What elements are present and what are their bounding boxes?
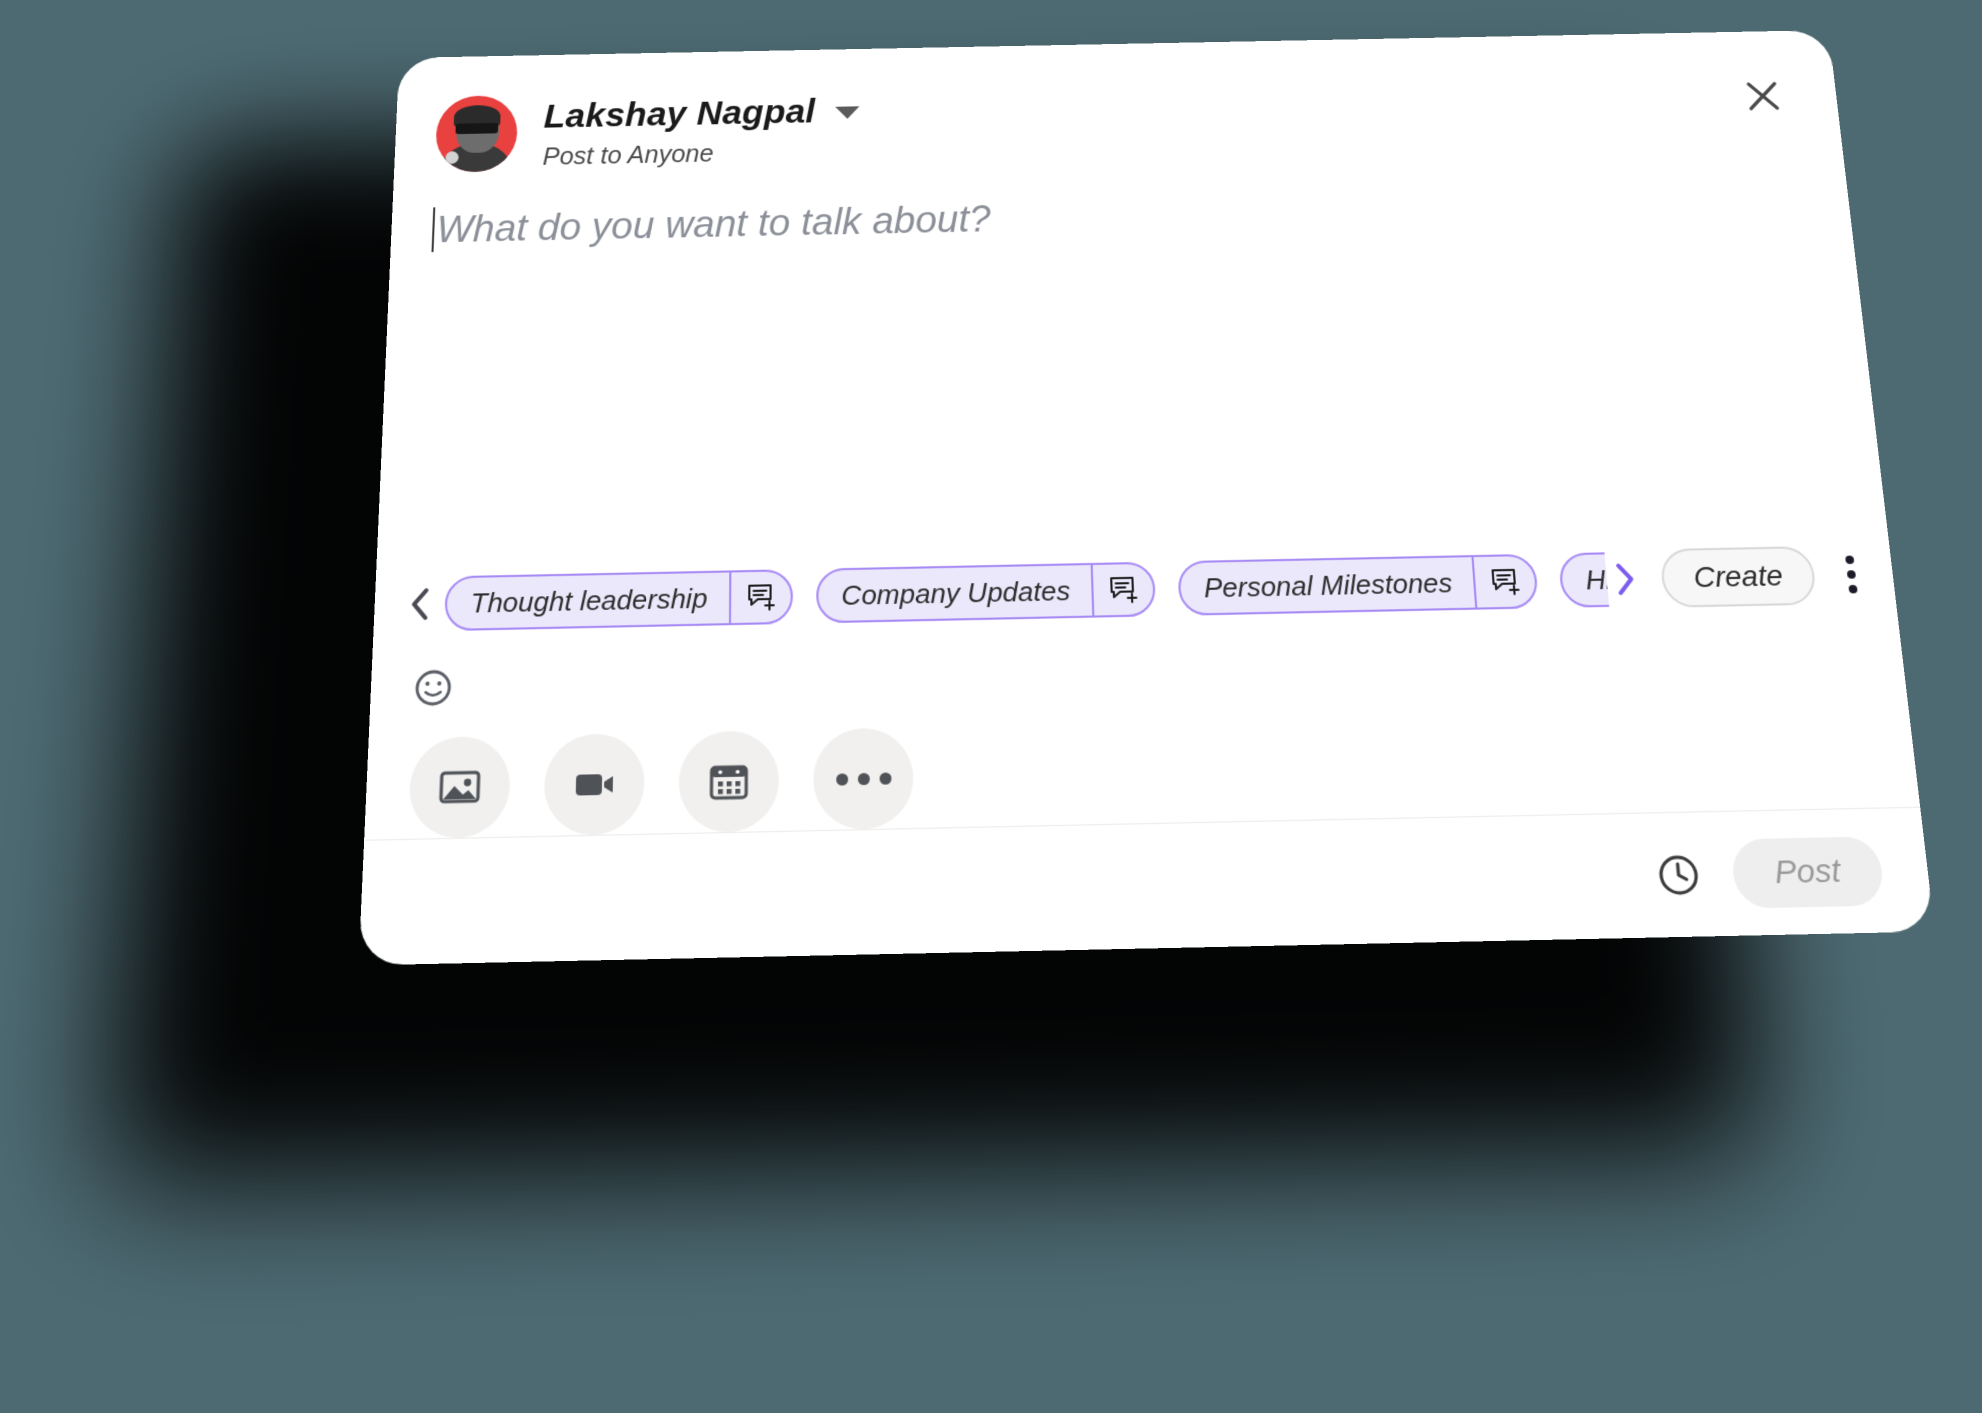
avatar[interactable] (434, 95, 519, 173)
comment-add-icon (1107, 574, 1140, 606)
video-icon (575, 774, 613, 796)
create-button-label: Create (1692, 559, 1785, 594)
audience-selector[interactable]: Lakshay Nagpal (543, 92, 860, 136)
smiley-icon (411, 666, 456, 710)
post-button[interactable]: Post (1729, 835, 1886, 909)
composer-stage: Lakshay Nagpal Post to Anyone What do yo… (0, 0, 1982, 1413)
kebab-menu-icon (1845, 555, 1855, 565)
post-composer-dialog: Lakshay Nagpal Post to Anyone What do yo… (358, 30, 1935, 966)
clock-icon (1651, 848, 1706, 900)
chip-thought-leadership[interactable]: Thought leadership (443, 569, 793, 632)
comment-add-button[interactable] (1090, 563, 1154, 616)
close-icon (1741, 77, 1785, 116)
identity-block: Lakshay Nagpal Post to Anyone (542, 88, 860, 171)
add-event-button[interactable] (678, 730, 779, 834)
comment-add-button[interactable] (728, 571, 791, 624)
avatar-glasses (455, 122, 499, 134)
calendar-icon (706, 758, 752, 805)
image-icon (436, 764, 483, 811)
chips-prev-button[interactable] (402, 586, 440, 623)
chip-personal-milestones[interactable]: Personal Milestones (1177, 553, 1540, 616)
chip-company-updates[interactable]: Company Updates (815, 561, 1157, 624)
emoji-picker-button[interactable] (411, 666, 456, 710)
comment-add-icon (745, 581, 777, 613)
more-options-button[interactable] (813, 727, 914, 831)
ellipsis-icon (835, 771, 892, 786)
create-button[interactable]: Create (1659, 545, 1818, 608)
text-caret (431, 207, 436, 253)
chips-next-button[interactable] (1605, 561, 1644, 597)
kebab-menu-icon (1848, 584, 1858, 594)
post-editor[interactable]: What do you want to talk about? (376, 145, 1888, 566)
chevron-left-icon (408, 586, 433, 622)
comment-add-button[interactable] (1471, 555, 1537, 608)
chevron-right-icon (1612, 561, 1638, 597)
schedule-post-button[interactable] (1650, 847, 1707, 902)
chip-partial-hidden[interactable]: Hi (1558, 552, 1610, 608)
chevron-down-icon[interactable] (835, 106, 860, 120)
add-photo-button[interactable] (407, 735, 512, 839)
kebab-menu-icon (1846, 570, 1857, 579)
chips-more-button[interactable] (1833, 555, 1869, 594)
chip-label: Company Updates (841, 574, 1071, 611)
post-button-label: Post (1772, 852, 1843, 891)
editor-placeholder: What do you want to talk about? (435, 199, 992, 252)
chip-label: Personal Milestones (1203, 566, 1454, 604)
chip-label: Thought leadership (470, 581, 708, 619)
chips-viewport: Thought leadership Company Updates Perso… (438, 552, 1610, 632)
chip-label: Hi (1584, 563, 1610, 596)
add-video-button[interactable] (543, 733, 646, 836)
close-button[interactable] (1733, 70, 1793, 122)
comment-add-icon (1488, 566, 1522, 598)
user-name: Lakshay Nagpal (543, 92, 816, 136)
